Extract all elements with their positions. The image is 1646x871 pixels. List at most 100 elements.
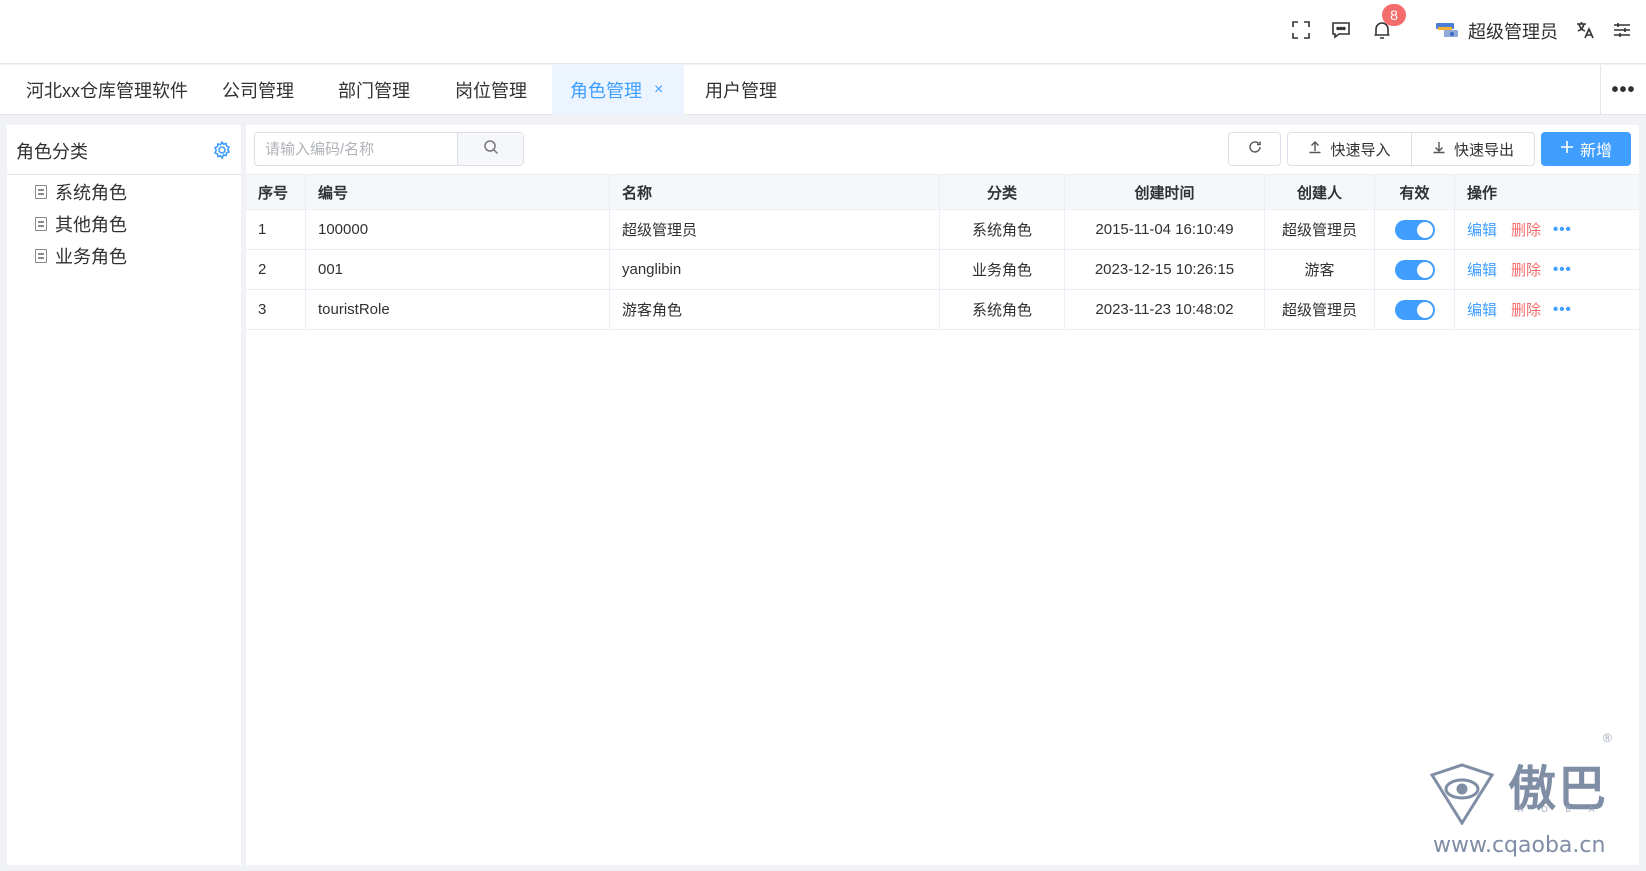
watermark: 傲巴 ® AOBA www.cqaoba.cn bbox=[1428, 731, 1618, 865]
actions-cell: 编辑 删除 ••• bbox=[1455, 210, 1639, 249]
quick-import-button[interactable]: 快速导入 bbox=[1287, 132, 1412, 166]
role-name: 超级管理员 bbox=[610, 210, 940, 249]
active-cell bbox=[1375, 290, 1455, 329]
role-name: 游客角色 bbox=[610, 290, 940, 329]
refresh-button[interactable] bbox=[1228, 132, 1281, 166]
active-toggle[interactable] bbox=[1394, 259, 1435, 280]
table-row[interactable]: 1 100000 超级管理员 系统角色 2015-11-04 16:10:49 … bbox=[246, 210, 1639, 250]
upload-icon bbox=[1308, 140, 1322, 158]
more-actions-button[interactable]: ••• bbox=[1553, 301, 1572, 318]
search-icon bbox=[483, 139, 499, 160]
panel-title: 角色分类 bbox=[16, 142, 88, 162]
edit-button[interactable]: 编辑 bbox=[1467, 219, 1497, 240]
document-icon bbox=[35, 249, 47, 263]
add-role-button[interactable]: 新增 bbox=[1541, 132, 1631, 166]
gear-icon[interactable] bbox=[212, 140, 232, 160]
created-time: 2023-12-15 10:26:15 bbox=[1065, 250, 1265, 289]
user-menu[interactable]: 超级管理员 bbox=[1434, 14, 1558, 48]
tab-label: 公司管理 bbox=[222, 81, 294, 101]
tree-item-label: 业务角色 bbox=[55, 247, 127, 267]
tab-label: 部门管理 bbox=[338, 81, 410, 101]
notification-badge: 8 bbox=[1382, 4, 1406, 26]
actions-cell: 编辑 删除 ••• bbox=[1455, 290, 1639, 329]
fullscreen-icon[interactable] bbox=[1289, 18, 1313, 42]
column-header: 操作 bbox=[1467, 184, 1498, 202]
tree-item-label: 其他角色 bbox=[55, 215, 127, 235]
watermark-url: www.cqaoba.cn bbox=[1433, 833, 1606, 858]
panel-header: 角色分类 bbox=[7, 125, 241, 175]
search-input[interactable] bbox=[255, 133, 457, 165]
role-code: touristRole bbox=[306, 290, 610, 329]
active-toggle[interactable] bbox=[1394, 219, 1435, 240]
edit-button[interactable]: 编辑 bbox=[1467, 259, 1497, 280]
tree-item-label: 系统角色 bbox=[55, 183, 127, 203]
more-actions-button[interactable]: ••• bbox=[1553, 261, 1572, 278]
tree-item-business-role[interactable]: 业务角色 bbox=[35, 243, 127, 269]
column-header[interactable]: 序号 bbox=[246, 175, 306, 209]
delete-button[interactable]: 删除 bbox=[1511, 219, 1541, 240]
add-role-label: 新增 bbox=[1579, 143, 1612, 160]
tab-label: 岗位管理 bbox=[455, 81, 527, 101]
row-index: 1 bbox=[246, 210, 306, 249]
tab-position[interactable]: 岗位管理 bbox=[455, 65, 527, 115]
user-name: 超级管理员 bbox=[1468, 22, 1558, 42]
quick-export-label: 快速导出 bbox=[1453, 141, 1514, 159]
table-row[interactable]: 2 001 yanglibin 业务角色 2023-12-15 10:26:15… bbox=[246, 250, 1639, 290]
search-box bbox=[254, 132, 524, 166]
column-header[interactable]: 创建时间 bbox=[1065, 175, 1265, 209]
refresh-icon bbox=[1248, 140, 1262, 158]
role-name: yanglibin bbox=[610, 250, 940, 289]
more-actions-button[interactable]: ••• bbox=[1553, 221, 1572, 238]
watermark-sub: AOBA bbox=[1518, 805, 1613, 814]
table-row[interactable]: 3 touristRole 游客角色 系统角色 2023-11-23 10:48… bbox=[246, 290, 1639, 330]
document-icon bbox=[35, 185, 47, 199]
row-index: 3 bbox=[246, 290, 306, 329]
column-header[interactable]: 创建人 bbox=[1265, 175, 1375, 209]
column-header[interactable]: 分类 bbox=[940, 175, 1065, 209]
translate-icon[interactable] bbox=[1573, 18, 1597, 42]
tab-home[interactable]: 河北xx仓库管理软件 bbox=[26, 65, 188, 115]
tab-bar: 河北xx仓库管理软件 公司管理 部门管理 岗位管理 角色管理 × 用户管理 ••… bbox=[0, 65, 1646, 115]
tab-user[interactable]: 用户管理 bbox=[705, 65, 777, 115]
tab-department[interactable]: 部门管理 bbox=[338, 65, 410, 115]
column-header[interactable]: 编号 bbox=[306, 175, 610, 209]
created-time: 2023-11-23 10:48:02 bbox=[1065, 290, 1265, 329]
more-tabs-button[interactable]: ••• bbox=[1600, 65, 1646, 115]
search-button[interactable] bbox=[457, 133, 523, 165]
tab-company[interactable]: 公司管理 bbox=[222, 65, 294, 115]
created-time: 2015-11-04 16:10:49 bbox=[1065, 210, 1265, 249]
delete-button[interactable]: 删除 bbox=[1511, 299, 1541, 320]
settings-sliders-icon[interactable] bbox=[1610, 18, 1634, 42]
role-category: 系统角色 bbox=[940, 210, 1065, 249]
creator: 超级管理员 bbox=[1265, 210, 1375, 249]
quick-import-label: 快速导入 bbox=[1330, 141, 1391, 159]
document-icon bbox=[35, 217, 47, 231]
role-code: 100000 bbox=[306, 210, 610, 249]
watermark-registered: ® bbox=[1603, 731, 1612, 745]
role-code: 001 bbox=[306, 250, 610, 289]
column-header[interactable]: 名称 bbox=[610, 175, 940, 209]
role-category: 业务角色 bbox=[940, 250, 1065, 289]
active-toggle[interactable] bbox=[1394, 299, 1435, 320]
tab-label: 用户管理 bbox=[705, 81, 777, 101]
download-icon bbox=[1432, 140, 1446, 158]
role-list-panel: 快速导入 快速导出 新增 序号 编号 名称 分类 创建时间 创建人 有效 操作 … bbox=[246, 125, 1639, 865]
edit-button[interactable]: 编辑 bbox=[1467, 299, 1497, 320]
column-header[interactable]: 有效 bbox=[1375, 175, 1455, 209]
top-header: 8 超级管理员 bbox=[0, 0, 1646, 64]
tab-label: 角色管理 bbox=[570, 81, 642, 101]
quick-export-button[interactable]: 快速导出 bbox=[1411, 132, 1535, 166]
tree-item-system-role[interactable]: 系统角色 bbox=[35, 179, 127, 205]
role-category-panel: 角色分类 系统角色 其他角色 业务角色 bbox=[7, 125, 241, 865]
role-category: 系统角色 bbox=[940, 290, 1065, 329]
tree-item-other-role[interactable]: 其他角色 bbox=[35, 211, 127, 237]
tab-role[interactable]: 角色管理 × bbox=[552, 65, 684, 115]
tab-label: 河北xx仓库管理软件 bbox=[26, 81, 188, 101]
active-cell bbox=[1375, 210, 1455, 249]
row-index: 2 bbox=[246, 250, 306, 289]
table-header-row: 序号 编号 名称 分类 创建时间 创建人 有效 操作 bbox=[246, 174, 1639, 210]
close-icon[interactable]: × bbox=[654, 81, 663, 99]
delete-button[interactable]: 删除 bbox=[1511, 259, 1541, 280]
role-table: 序号 编号 名称 分类 创建时间 创建人 有效 操作 1 100000 超级管理… bbox=[246, 174, 1639, 330]
message-icon[interactable] bbox=[1329, 18, 1353, 42]
